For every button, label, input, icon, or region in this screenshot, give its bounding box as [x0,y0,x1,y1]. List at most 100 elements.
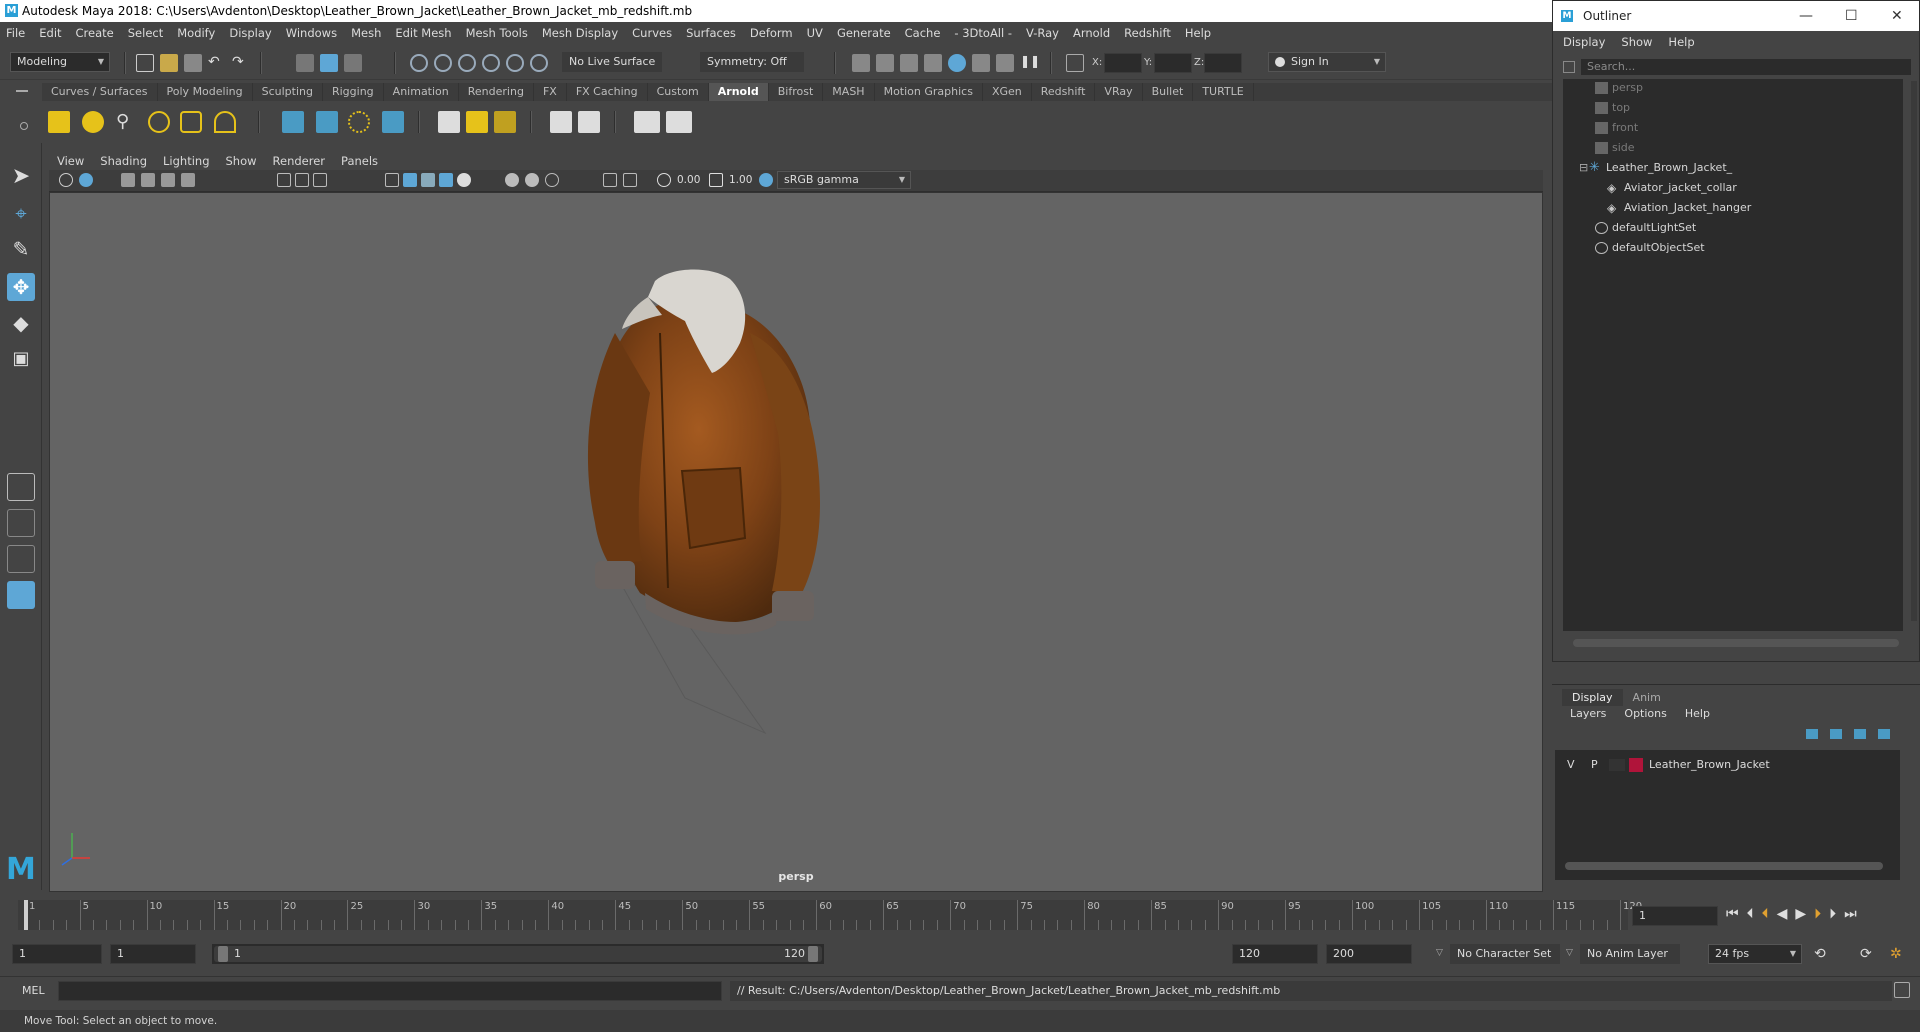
shelf-tab-poly-modeling[interactable]: Poly Modeling [158,83,253,101]
layer-name[interactable]: Leather_Brown_Jacket [1649,756,1770,774]
layer-menu-options[interactable]: Options [1624,707,1666,720]
layer-visibility-toggle[interactable]: V [1567,756,1575,774]
menu-edit[interactable]: Edit [39,26,61,40]
snap-surface-icon[interactable] [506,54,524,72]
snap-pivot-icon[interactable] [530,54,548,72]
tree-item-top[interactable]: top [1595,99,1630,117]
menu-select[interactable]: Select [128,26,163,40]
playback-end-field[interactable]: 120 [1232,944,1318,964]
tree-item-persp[interactable]: persp [1595,79,1643,97]
shelf-tab-vray[interactable]: VRay [1095,83,1143,101]
grease-pencil-icon[interactable] [181,173,195,187]
menu-arnold[interactable]: Arnold [1073,26,1110,40]
shelf-tab-motion-graphics[interactable]: Motion Graphics [875,83,983,101]
tree-item-default-object-set[interactable]: defaultObjectSet [1595,239,1705,257]
layer-menu-help[interactable]: Help [1685,707,1710,720]
loop-icon[interactable]: ⟲ [1814,946,1832,964]
snap-curve-icon[interactable] [434,54,452,72]
current-frame-field[interactable]: 1 [1632,906,1718,926]
script-language-toggle[interactable]: MEL [22,984,45,997]
range-slider[interactable]: 1 120 [212,944,824,964]
undo-icon[interactable]: ↶ [208,54,226,72]
layer-playback-toggle[interactable]: P [1591,756,1598,774]
new-layer-icon[interactable] [1854,729,1866,739]
script-editor-icon[interactable] [1894,982,1910,998]
fps-dropdown[interactable]: 24 fps ▼ [1708,944,1802,964]
snap-grid-icon[interactable] [410,54,428,72]
bookmark-icon[interactable] [121,173,135,187]
redo-icon[interactable]: ↷ [232,54,250,72]
light-portal-icon[interactable] [180,111,202,133]
anim-preferences-icon[interactable]: ✲ [1890,946,1908,964]
minimize-icon[interactable]: — [1799,1,1813,31]
shelf-tab-xgen[interactable]: XGen [983,83,1032,101]
shelf-tab-fx[interactable]: FX [534,83,567,101]
tab-display[interactable]: Display [1562,689,1623,706]
outliner-filter-icon[interactable] [1563,61,1575,73]
tree-item-leather-brown-jacket[interactable]: ⊟✳ Leather_Brown_Jacket_ [1579,159,1732,177]
horizontal-scrollbar[interactable] [1565,862,1883,870]
jacket-model[interactable] [587,269,820,735]
auto-key-icon[interactable]: ⟳ [1860,946,1878,964]
tree-item-front[interactable]: front [1595,119,1638,137]
ipr-render-icon[interactable] [876,54,894,72]
menu-windows[interactable]: Windows [286,26,337,40]
four-view-icon[interactable] [7,509,35,537]
menu-curves[interactable]: Curves [632,26,672,40]
shelf-tab-arnold[interactable]: Arnold [708,83,769,101]
menu-surfaces[interactable]: Surfaces [686,26,736,40]
exposure-value[interactable]: 0.00 [677,174,700,186]
play-forward-icon[interactable]: ▶ [1795,906,1814,922]
tree-item-default-light-set[interactable]: defaultLightSet [1595,219,1696,237]
menu-mesh[interactable]: Mesh [351,26,381,40]
time-slider[interactable]: 1 5 10 15 20 25 30 35 40 45 50 55 60 65 70 75 80 85 90 95 10… [0,898,1920,934]
tree-item-aviation-jacket-hanger[interactable]: ◈ Aviation_Jacket_hanger [1607,199,1751,217]
symmetry-dropdown[interactable]: Symmetry: Off [700,52,804,72]
shelf-tab-redshift[interactable]: Redshift [1032,83,1096,101]
x-field[interactable] [1104,53,1142,73]
side-by-side-icon[interactable] [7,545,35,573]
time-ruler[interactable]: 1 5 10 15 20 25 30 35 40 45 50 55 60 65 70 75 80 85 90 95 10… [18,900,1642,930]
range-start-grip[interactable] [218,946,228,962]
shelf-tab-rigging[interactable]: Rigging [323,83,384,101]
tab-anim[interactable]: Anim [1623,689,1671,706]
grid-icon[interactable] [277,173,291,187]
go-to-end-icon[interactable]: ⏭ [1844,906,1865,922]
vp-menu-lighting[interactable]: Lighting [163,154,209,168]
select-hierarchy-icon[interactable] [296,54,314,72]
new-layer-selected-icon[interactable] [1878,729,1890,739]
close-icon[interactable]: ✕ [1891,1,1903,31]
render-view-eye-icon[interactable] [634,111,660,133]
step-back-frame-icon[interactable]: ⏴ [1762,906,1777,922]
menu-generate[interactable]: Generate [837,26,891,40]
menu-edit-mesh[interactable]: Edit Mesh [395,26,451,40]
vp-menu-renderer[interactable]: Renderer [273,154,326,168]
select-object-icon[interactable] [320,54,338,72]
snap-point-icon[interactable] [458,54,476,72]
menu-vray[interactable]: V-Ray [1026,26,1059,40]
tree-item-side[interactable]: side [1595,139,1635,157]
tx-manager-icon[interactable] [438,111,460,133]
resolution-gate-icon[interactable] [313,173,327,187]
animation-end-field[interactable]: 200 [1326,944,1412,964]
anim-layer-dropdown[interactable]: No Anim Layer [1580,944,1680,964]
menu-mesh-tools[interactable]: Mesh Tools [466,26,528,40]
area-light-icon[interactable] [48,111,70,133]
shelf-tab-curves-surfaces[interactable]: Curves / Surfaces [42,83,158,101]
y-field[interactable] [1154,53,1192,73]
layer-color-swatch[interactable] [1629,758,1643,772]
skydome-light-icon[interactable] [148,111,170,133]
smooth-shade-icon[interactable] [403,173,417,187]
menu-redshift[interactable]: Redshift [1124,26,1171,40]
vp-menu-shading[interactable]: Shading [100,154,147,168]
motion-blur-icon[interactable] [545,173,559,187]
render-view-icon[interactable] [948,54,966,72]
image-plane-icon[interactable] [141,173,155,187]
isolate-select-icon[interactable] [603,173,617,187]
shelf-tab-animation[interactable]: Animation [384,83,459,101]
select-tool-icon[interactable]: ➤ [7,163,35,191]
standin-icon[interactable] [282,111,304,133]
z-field[interactable] [1204,53,1242,73]
move-layer-up-icon[interactable] [1806,729,1818,739]
collapse-icon[interactable]: ⊟ [1579,159,1589,177]
